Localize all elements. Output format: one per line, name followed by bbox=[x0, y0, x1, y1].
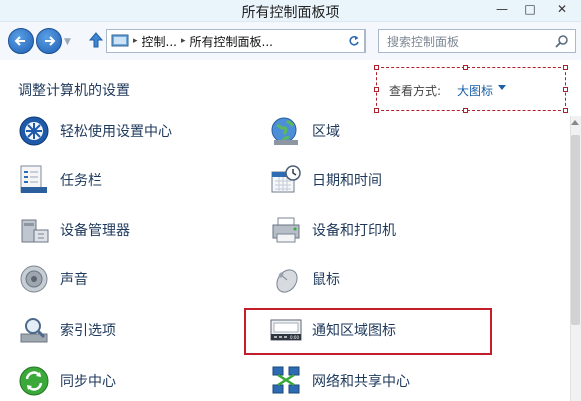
search-placeholder: 搜索控制面板 bbox=[387, 34, 460, 49]
item-label: 区域 bbox=[312, 124, 340, 140]
minimize-button[interactable]: — bbox=[488, 0, 516, 18]
item-label: 鼠标 bbox=[312, 272, 340, 288]
item-ease-of-access[interactable]: 轻松使用设置中心 bbox=[18, 116, 172, 149]
search-icon[interactable] bbox=[555, 34, 569, 48]
item-label: 设备和打印机 bbox=[312, 223, 396, 239]
indexing-options-icon bbox=[20, 318, 48, 343]
close-button[interactable]: ✕ bbox=[548, 0, 576, 18]
item-region[interactable]: 区域 bbox=[270, 116, 340, 149]
breadcrumb-control-panel[interactable]: 控制... bbox=[142, 33, 177, 50]
back-arrow-icon bbox=[14, 36, 25, 46]
maximize-button[interactable]: □ bbox=[516, 0, 544, 18]
refresh-icon bbox=[348, 36, 359, 46]
item-label: 设备管理器 bbox=[60, 223, 130, 239]
date-time-icon bbox=[271, 165, 301, 193]
item-label: 索引选项 bbox=[60, 323, 116, 339]
breadcrumb-separator: ▸ bbox=[133, 36, 138, 46]
view-by-dropdown[interactable]: 大图标 bbox=[457, 82, 493, 99]
up-arrow-icon[interactable] bbox=[86, 30, 106, 50]
page-heading: 调整计算机的设置 bbox=[18, 83, 130, 99]
sync-center-icon bbox=[19, 366, 49, 396]
region-icon bbox=[271, 117, 298, 145]
item-mouse[interactable]: 鼠标 bbox=[270, 261, 340, 297]
item-date-time[interactable]: 日期和时间 bbox=[270, 162, 382, 198]
item-label: 声音 bbox=[60, 272, 88, 288]
scroll-up-icon[interactable] bbox=[571, 120, 579, 125]
item-label: 同步中心 bbox=[60, 374, 116, 390]
history-dropdown-icon[interactable]: ▼ bbox=[64, 37, 71, 47]
title-bar: 所有控制面板项 — □ ✕ bbox=[0, 0, 581, 22]
item-label: 网络和共享中心 bbox=[312, 374, 410, 390]
navigation-bar: ▼ ▸ 控制... ▸ 所有控制面板... ▼ 搜索控制面板 bbox=[0, 22, 581, 60]
notification-item-highlight-box bbox=[244, 308, 492, 355]
forward-button[interactable] bbox=[36, 28, 62, 54]
search-input[interactable]: 搜索控制面板 bbox=[378, 29, 576, 53]
refresh-button[interactable] bbox=[343, 29, 365, 53]
view-by-label: 查看方式: bbox=[389, 84, 442, 98]
control-panel-icon bbox=[111, 34, 129, 47]
chevron-down-icon[interactable] bbox=[498, 85, 506, 90]
device-manager-icon bbox=[21, 219, 49, 243]
network-sharing-icon bbox=[272, 366, 300, 394]
sound-icon bbox=[20, 265, 48, 293]
back-button[interactable] bbox=[8, 28, 34, 54]
mouse-icon bbox=[276, 269, 298, 293]
item-indexing-options[interactable]: 索引选项 bbox=[18, 312, 116, 348]
item-label: 任务栏 bbox=[60, 173, 102, 189]
control-panel-items: 轻松使用设置中心 任务栏 设备管理器 声音 索引选项 同步中心 区域 日期和时间… bbox=[0, 116, 570, 401]
scrollbar-thumb[interactable] bbox=[571, 135, 580, 325]
item-network-sharing[interactable]: 网络和共享中心 bbox=[270, 363, 410, 399]
item-sound[interactable]: 声音 bbox=[18, 261, 88, 297]
breadcrumb-all-items[interactable]: 所有控制面板... bbox=[190, 33, 273, 50]
breadcrumb-separator: ▸ bbox=[180, 36, 186, 46]
devices-printers-icon bbox=[272, 217, 300, 243]
address-bar[interactable]: ▸ 控制... ▸ 所有控制面板... ▼ bbox=[106, 29, 366, 53]
item-label: 日期和时间 bbox=[312, 173, 382, 189]
item-devices-printers[interactable]: 设备和打印机 bbox=[270, 212, 396, 248]
item-sync-center[interactable]: 同步中心 bbox=[18, 363, 116, 399]
taskbar-icon bbox=[20, 165, 47, 193]
ease-of-access-icon bbox=[19, 116, 49, 146]
forward-arrow-icon bbox=[45, 36, 56, 46]
item-label: 轻松使用设置中心 bbox=[60, 124, 172, 140]
item-taskbar[interactable]: 任务栏 bbox=[18, 162, 102, 198]
item-device-manager[interactable]: 设备管理器 bbox=[18, 212, 130, 248]
